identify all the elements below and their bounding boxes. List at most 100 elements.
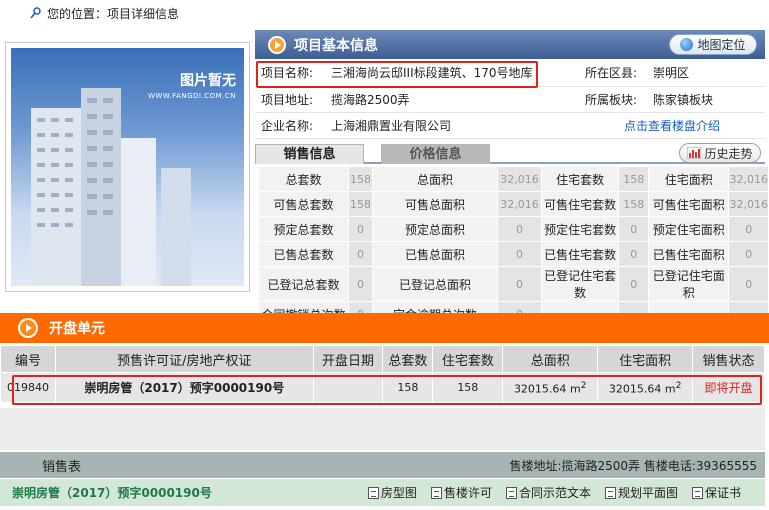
- doc-guarantee-link[interactable]: 保证书: [691, 484, 741, 501]
- sales-table-bar: 销售表 售楼地址:揽海路2500弄 售楼电话:39365555: [0, 452, 765, 478]
- highlight-project-name: [256, 61, 538, 88]
- breadcrumb-text: 您的位置：项目详细信息: [47, 6, 180, 21]
- highlight-unit-row: [12, 375, 762, 405]
- sales-value: 0: [618, 241, 650, 267]
- col-header-residential: 住宅套数: [432, 345, 504, 373]
- sales-key: 可售总面积: [371, 191, 499, 217]
- sales-table-label: 销售表: [42, 459, 82, 475]
- col-header-permit: 预售许可证/房地产权证: [54, 345, 314, 373]
- sales-value: 0: [728, 216, 769, 242]
- project-info-title: 项目基本信息: [294, 37, 378, 54]
- sales-value: 0: [618, 216, 650, 242]
- sales-key: 总套数: [257, 166, 350, 192]
- sales-value: 0: [497, 241, 542, 267]
- bar-chart-icon: [687, 147, 702, 159]
- sales-key: 预定总套数: [257, 216, 350, 242]
- district-value: 崇明区: [647, 60, 765, 87]
- doc-sales-permit-link[interactable]: 售楼许可: [430, 484, 492, 501]
- document-icon: [367, 486, 379, 499]
- document-icon: [505, 486, 517, 499]
- globe-icon: [680, 38, 694, 51]
- sales-office-info: 售楼地址:揽海路2500弄 售楼电话:39365555: [509, 458, 757, 473]
- col-header-area: 总面积: [502, 345, 599, 373]
- sales-key: 已售总面积: [371, 241, 499, 267]
- tab-sales[interactable]: 销售信息: [255, 144, 364, 164]
- col-header-id: 编号: [0, 345, 56, 373]
- doc-contract-template-link[interactable]: 合同示范文本: [505, 484, 591, 501]
- sales-key: 可售住宅套数: [540, 191, 620, 217]
- sales-value: 32,016: [497, 191, 542, 217]
- company-label: 企业名称:: [255, 112, 325, 139]
- sales-key: 可售总套数: [257, 191, 350, 217]
- sales-value: 158: [618, 166, 650, 192]
- company-value: 上海湘鼎置业有限公司: [325, 112, 579, 139]
- sales-key: 总面积: [371, 166, 499, 192]
- block-label: 所属板块:: [579, 86, 647, 113]
- block-value: 陈家镇板块: [647, 86, 765, 113]
- sales-key: 预定总面积: [371, 216, 499, 242]
- doc-floor-plan-link[interactable]: 房型图: [367, 484, 417, 501]
- tab-price[interactable]: 价格信息: [381, 144, 490, 164]
- sales-key: 预定住宅面积: [648, 216, 730, 242]
- sales-value: 0: [728, 266, 769, 302]
- sales-value: 0: [497, 266, 542, 302]
- sales-value: 0: [348, 266, 373, 302]
- doc-label: 合同示范文本: [518, 486, 591, 500]
- sales-value: 32,016: [728, 166, 769, 192]
- project-address-value: 揽海路2500弄: [325, 86, 579, 113]
- sales-key: 住宅面积: [648, 166, 730, 192]
- col-header-residential-area: 住宅面积: [597, 345, 694, 373]
- sales-value: 32,016: [497, 166, 542, 192]
- sales-value: 0: [348, 241, 373, 267]
- permit-link[interactable]: 崇明房管（2017）预字0000190号: [12, 484, 212, 501]
- history-trend-button[interactable]: 历史走势: [679, 143, 761, 163]
- opening-units-title: 开盘单元: [49, 321, 105, 337]
- sales-value: 32,016: [728, 191, 769, 217]
- sales-value: 158: [348, 166, 373, 192]
- document-icon: [604, 486, 616, 499]
- project-address-label: 项目地址:: [255, 86, 325, 113]
- sales-value: 158: [348, 191, 373, 217]
- document-links: 房型图 售楼许可 合同示范文本 规划平面图 保证书: [367, 484, 741, 501]
- sales-key: 已登记总面积: [371, 266, 499, 302]
- sales-key: 住宅套数: [540, 166, 620, 192]
- district-label: 所在区县:: [579, 60, 647, 87]
- sales-value: 158: [618, 191, 650, 217]
- doc-label: 规划平面图: [617, 486, 678, 500]
- map-location-button[interactable]: 地图定位: [669, 34, 757, 55]
- photo-placeholder-title: 图片暂无: [180, 73, 236, 89]
- sales-value: 0: [728, 241, 769, 267]
- doc-site-plan-link[interactable]: 规划平面图: [604, 484, 678, 501]
- map-location-label: 地图定位: [697, 38, 746, 52]
- sales-value: 0: [348, 216, 373, 242]
- sales-key: 可售住宅面积: [648, 191, 730, 217]
- doc-label: 房型图: [380, 486, 417, 500]
- document-icon: [430, 486, 442, 499]
- sales-value: 0: [497, 216, 542, 242]
- photo-watermark-url: WWW.FANGDI.COM.CN: [148, 92, 236, 100]
- opening-units-header: 开盘单元: [0, 313, 769, 343]
- sales-key: 已售住宅面积: [648, 241, 730, 267]
- sales-key: 已登记住宅面积: [648, 266, 730, 302]
- document-icon: [691, 486, 703, 499]
- project-photo: 图片暂无 WWW.FANGDI.COM.CN: [5, 42, 250, 292]
- permit-docs-bar: 崇明房管（2017）预字0000190号 房型图 售楼许可 合同示范文本 规划平…: [0, 479, 765, 506]
- sales-value: 0: [618, 266, 650, 302]
- info-tabs: 销售信息 价格信息 历史走势: [255, 142, 765, 164]
- location-pin-icon: [30, 7, 41, 19]
- breadcrumb: 您的位置：项目详细信息: [30, 5, 179, 21]
- sales-key: 已售总套数: [257, 241, 350, 267]
- view-project-intro-link[interactable]: 点击查看楼盘介绍: [624, 119, 720, 133]
- empty-table-area: [0, 408, 765, 450]
- sales-key: 预定住宅套数: [540, 216, 620, 242]
- sales-info-table: 总套数 158 总面积 32,016 住宅套数 158 住宅面积 32,016 可售总套…: [257, 166, 769, 327]
- sales-key: 已售住宅套数: [540, 241, 620, 267]
- play-circle-icon: [268, 35, 286, 54]
- play-circle-icon: [18, 318, 38, 338]
- history-trend-label: 历史走势: [704, 146, 753, 161]
- sales-key: 已登记住宅套数: [540, 266, 620, 302]
- doc-label: 保证书: [704, 486, 741, 500]
- col-header-open-date: 开盘日期: [312, 345, 384, 373]
- col-header-total: 总套数: [382, 345, 434, 373]
- col-header-status: 销售状态: [692, 345, 765, 373]
